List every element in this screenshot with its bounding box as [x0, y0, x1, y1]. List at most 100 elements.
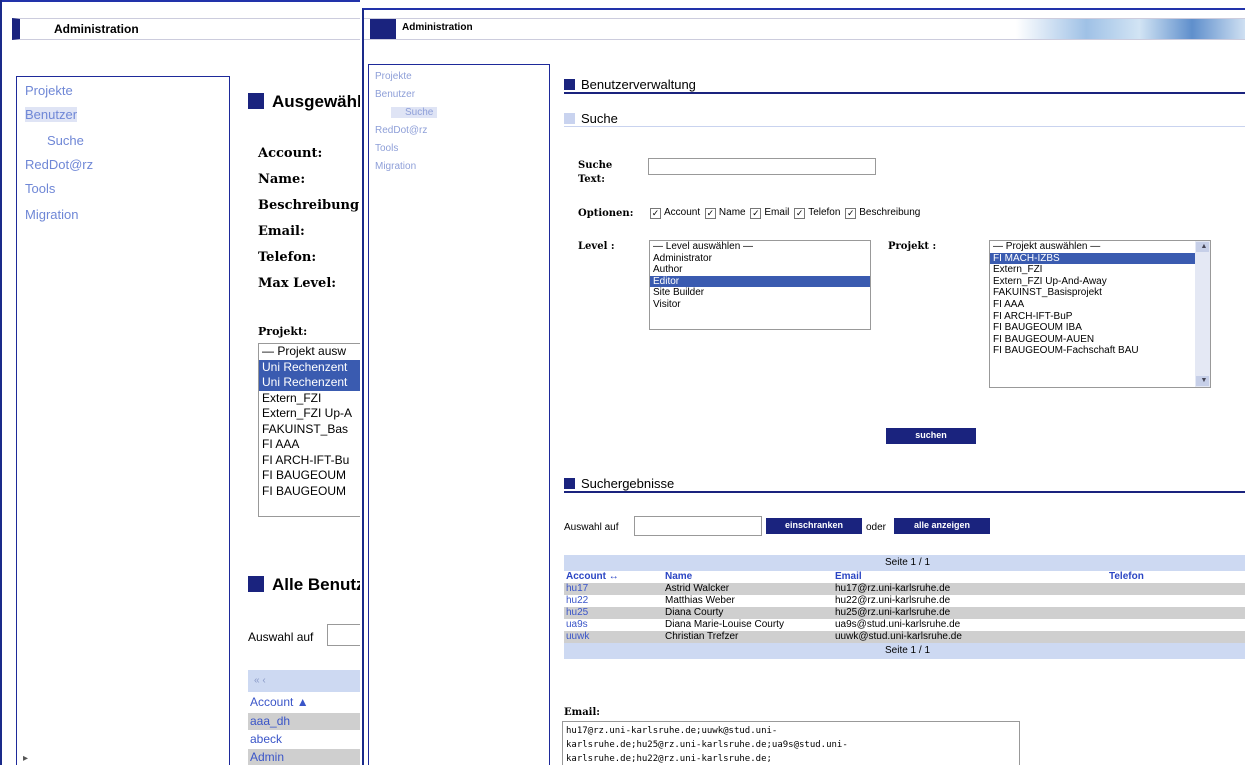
option-telefon-label: Telefon	[808, 207, 841, 218]
option-beschreibung-label: Beschreibung	[859, 207, 921, 218]
show-all-button[interactable]: alle anzeigen	[894, 518, 990, 534]
projekt-option[interactable]: FI BAUGEOUM	[259, 484, 360, 500]
scroll-up-icon[interactable]: ▲	[1196, 242, 1209, 252]
level-option[interactable]: Visitor	[650, 299, 870, 311]
nav-migration[interactable]: Migration	[375, 161, 416, 172]
nav-tools[interactable]: Tools	[25, 181, 55, 196]
nav-benutzer[interactable]: Benutzer	[375, 89, 415, 100]
option-email-label: Email	[764, 207, 790, 218]
level-option[interactable]: — Level auswählen —	[650, 241, 870, 253]
search-button[interactable]: suchen	[886, 428, 976, 444]
window-title: Administration	[402, 22, 473, 33]
projekt-option[interactable]: FI BAUGEOUM-AUEN	[990, 334, 1210, 346]
level-option[interactable]: Editor	[650, 275, 870, 288]
checkbox-email[interactable]: ✓	[750, 208, 762, 219]
nav-reddot[interactable]: RedDot@rz	[25, 157, 93, 172]
page-heading: Benutzerverwaltung	[564, 77, 696, 92]
cell-email: hu17@rz.uni-karlsruhe.de	[833, 583, 1107, 595]
cell-name: Diana Marie-Louise Courty	[665, 619, 784, 630]
projekt-option[interactable]: Extern_FZI Up-And-Away	[990, 276, 1210, 288]
projekt-option[interactable]: FAKUINST_Bas	[259, 422, 360, 438]
cell-email: hu25@rz.uni-karlsruhe.de	[833, 607, 1107, 619]
projekt-select[interactable]: — Projekt ausw Uni Rechenzent Uni Rechen…	[258, 343, 360, 517]
filter-input[interactable]	[327, 624, 360, 646]
level-select[interactable]: — Level auswählen — Administrator Author…	[649, 240, 871, 330]
projekt-option[interactable]: FI MACH-IZBS	[990, 252, 1210, 265]
filter-input[interactable]	[634, 516, 762, 536]
sidebar: Projekte Benutzer Suche RedDot@rz Tools …	[16, 76, 230, 765]
projekt-option[interactable]: — Projekt auswählen —	[990, 241, 1210, 253]
projekt-option[interactable]: Extern_FZI Up-A	[259, 406, 360, 422]
field-email-label: Email:	[258, 224, 305, 239]
nav-benutzer[interactable]: Benutzer	[25, 107, 78, 122]
cell-account[interactable]: ua9s	[564, 619, 663, 631]
cell-account[interactable]: hu25	[564, 607, 663, 619]
projekt-select[interactable]: — Projekt auswählen — FI MACH-IZBS Exter…	[989, 240, 1211, 388]
nav-reddot[interactable]: RedDot@rz	[375, 125, 427, 136]
email-line: karlsruhe.de;hu25@rz.uni-karlsruhe.de;ua…	[566, 740, 848, 750]
cell-name: Astrid Walcker	[663, 583, 833, 595]
projekt-scrollbar[interactable]: ▲ ▼	[1195, 241, 1210, 387]
checkbox-account[interactable]: ✓	[650, 208, 661, 219]
projekt-option[interactable]: Extern_FZI	[990, 264, 1210, 276]
account-row[interactable]: abeck	[248, 731, 360, 748]
column-header-name[interactable]: Name	[663, 571, 833, 583]
nav-tools[interactable]: Tools	[375, 143, 398, 154]
cell-account[interactable]: hu22	[564, 595, 663, 607]
projekt-label: Projekt:	[258, 325, 308, 338]
nav-suche[interactable]: Suche	[391, 107, 438, 118]
scroll-down-icon[interactable]: ▼	[1196, 376, 1209, 386]
level-option[interactable]: Administrator	[650, 253, 870, 265]
filter-label: Auswahl auf	[248, 630, 314, 644]
account-row[interactable]: aaa_dh	[248, 713, 360, 730]
cell-account[interactable]: hu17	[564, 583, 663, 595]
email-line: hu17@rz.uni-karlsruhe.de;uuwk@stud.uni-	[566, 726, 778, 736]
table-row: hu22 Matthias Weber hu22@rz.uni-karlsruh…	[564, 595, 1245, 607]
projekt-option[interactable]: — Projekt ausw	[259, 344, 360, 360]
projekt-option[interactable]: FI AAA	[990, 299, 1210, 311]
nav-suche[interactable]: Suche	[47, 133, 84, 148]
nav-migration[interactable]: Migration	[25, 207, 78, 222]
projekt-option[interactable]: FI BAUGEOUM-Fachschaft BAU	[990, 345, 1210, 357]
nav-projekte[interactable]: Projekte	[25, 83, 73, 98]
projekt-option[interactable]: FI BAUGEOUM IBA	[990, 322, 1210, 334]
restrict-button[interactable]: einschranken	[766, 518, 862, 534]
column-header-email[interactable]: Email	[833, 571, 1107, 583]
projekt-option[interactable]: FI AAA	[259, 437, 360, 453]
table-row: hu25 Diana Courty hu25@rz.uni-karlsruhe.…	[564, 607, 1245, 619]
back-window: Administration Projekte Benutzer Suche R…	[0, 0, 360, 765]
level-label: Level :	[578, 241, 615, 252]
heading-divider	[564, 92, 1245, 94]
cell-name: Matthias Weber	[665, 595, 735, 606]
field-telefon-label: Telefon:	[258, 250, 317, 265]
search-text-input[interactable]	[648, 158, 876, 175]
options-label: Optionen:	[578, 208, 634, 219]
projekt-option[interactable]: FAKUINST_Basisprojekt	[990, 287, 1210, 299]
level-option[interactable]: Author	[650, 264, 870, 276]
checkbox-beschreibung[interactable]: ✓	[845, 208, 857, 219]
title-accent	[370, 19, 396, 39]
account-row[interactable]: Admin	[248, 749, 360, 765]
pager-arrows[interactable]: « ‹	[254, 675, 266, 686]
projekt-option[interactable]: Uni Rechenzent	[259, 375, 360, 391]
options-group: ✓ Account ✓ Name ✓ Email ✓ Telefon ✓ Beschrei…	[650, 207, 922, 219]
projekt-option[interactable]: FI BAUGEOUM	[259, 468, 360, 484]
projekt-option[interactable]: Uni Rechenzent	[259, 359, 360, 375]
cell-account[interactable]: uuwk	[564, 631, 663, 643]
level-option[interactable]: Site Builder	[650, 287, 870, 299]
expand-icon: ▸	[23, 753, 29, 764]
projekt-option[interactable]: Extern_FZI	[259, 391, 360, 407]
cell-email: ua9s@stud.uni-karlsruhe.de	[835, 619, 961, 630]
account-column-header[interactable]: Account ▲	[248, 694, 360, 711]
column-header-account[interactable]: Account ↔	[564, 571, 663, 583]
projekt-option[interactable]: FI ARCH-IFT-Bu	[259, 453, 360, 469]
filter-label: Auswahl auf	[564, 522, 619, 533]
email-textarea[interactable]: hu17@rz.uni-karlsruhe.de;uuwk@stud.uni- …	[562, 721, 1020, 765]
nav-projekte[interactable]: Projekte	[375, 71, 412, 82]
projekt-option[interactable]: FI ARCH-IFT-BuP	[990, 311, 1210, 323]
option-account-label: Account	[664, 207, 701, 218]
checkbox-telefon[interactable]: ✓	[794, 208, 806, 219]
column-header-telefon[interactable]: Telefon	[1107, 571, 1245, 583]
field-beschreibung-label: Beschreibung:	[258, 198, 360, 213]
checkbox-name[interactable]: ✓	[704, 208, 716, 219]
